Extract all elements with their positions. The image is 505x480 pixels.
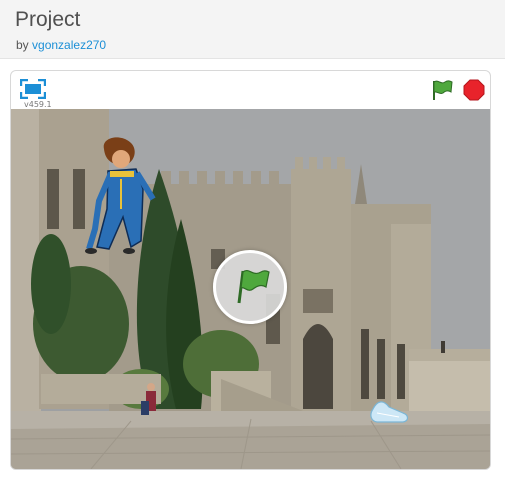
project-player: v459.1: [10, 70, 491, 470]
stop-sign-icon[interactable]: [463, 79, 485, 101]
project-title: Project: [15, 8, 81, 31]
byline-prefix: by: [16, 38, 29, 52]
project-byline: by vgonzalez270: [16, 38, 106, 52]
project-header: Project by vgonzalez270: [0, 0, 505, 59]
project-stage[interactable]: [11, 109, 490, 469]
fullscreen-icon[interactable]: [19, 78, 47, 100]
version-label: v459.1: [24, 100, 52, 109]
start-flag-icon[interactable]: [213, 250, 287, 324]
author-link[interactable]: vgonzalez270: [32, 38, 106, 52]
green-flag-icon[interactable]: [431, 79, 453, 101]
player-controls: v459.1: [11, 71, 490, 109]
